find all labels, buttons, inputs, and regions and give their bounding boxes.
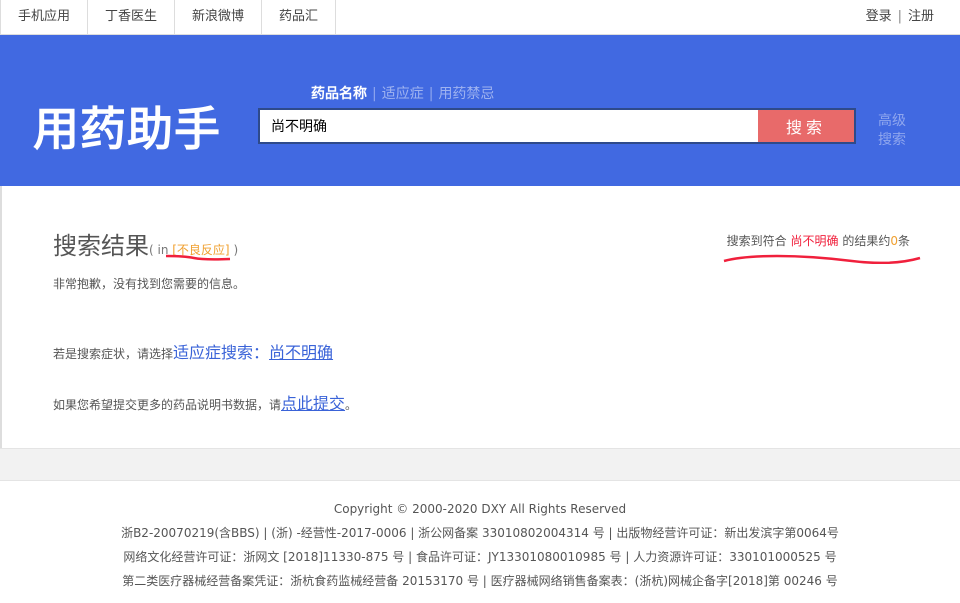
header-banner: 用药助手 药品名称|适应症|用药禁忌 搜索 高级搜索	[0, 35, 960, 186]
count-prefix: 搜索到符合	[726, 234, 791, 248]
logo[interactable]: 用药助手	[33, 93, 221, 159]
result-count: 搜索到符合 尚不明确 的结果约0条	[727, 232, 910, 249]
no-result-message: 非常抱歉，没有找到您需要的信息。	[53, 277, 246, 291]
top-bar: 手机应用 丁香医生 新浪微博 药品汇 登录 | 注册	[0, 0, 960, 35]
annotation-underline	[723, 254, 921, 264]
divider-band	[0, 448, 960, 481]
search-button[interactable]: 搜索	[758, 110, 854, 142]
login-link[interactable]: 登录	[866, 9, 892, 24]
tab-contraindication[interactable]: 用药禁忌	[438, 86, 494, 102]
count-suffix: 条	[897, 234, 910, 248]
license-line: 网络文化经营许可证：浙网文 [2018]11330-875 号 | 食品许可证：…	[123, 550, 837, 564]
register-link[interactable]: 注册	[908, 9, 934, 24]
license-line: 浙B2-20070219(含BBS) | (浙) -经营性-2017-0006 …	[121, 526, 839, 540]
count-number: 0	[890, 234, 898, 248]
copyright: Copyright © 2000-2020 DXY All Rights Res…	[333, 502, 627, 516]
separator: |	[372, 86, 377, 102]
nav-drug-hub[interactable]: 药品汇	[262, 0, 337, 34]
search-box: 搜索	[258, 108, 856, 144]
advanced-search-link[interactable]: 高级搜索	[878, 112, 908, 150]
search-type-tabs: 药品名称 | 适应症 | 用药禁忌	[311, 83, 494, 103]
nav-mobile-app[interactable]: 手机应用	[0, 0, 89, 34]
results-panel: 搜索结果( in [不良反应] ) 搜索到符合 尚不明确 的结果约0条 非常抱歉…	[0, 186, 960, 448]
submit-hint: 如果您希望提交更多的药品说明书数据，请点此提交。	[53, 390, 357, 414]
submit-suffix: 。	[345, 398, 358, 412]
tab-drug-name[interactable]: 药品名称	[311, 86, 367, 102]
title-text: 搜索结果	[53, 232, 149, 260]
license-line: 第二类医疗器械经营备案凭证：浙杭食药监械经营备 20153170 号 | 医疗器…	[122, 574, 838, 588]
account-links: 登录 | 注册	[866, 0, 934, 34]
symptom-prefix: 若是搜索症状，请选择	[53, 347, 174, 361]
nav-dxy-doctor[interactable]: 丁香医生	[88, 0, 176, 34]
separator: |	[428, 86, 434, 102]
search-input[interactable]	[260, 110, 758, 142]
indication-keyword-link[interactable]: 尚不明确	[269, 343, 333, 362]
footer: Copyright © 2000-2020 DXY All Rights Res…	[0, 497, 960, 593]
symptom-hint: 若是搜索症状，请选择适应症搜索：尚不明确	[53, 339, 333, 363]
count-keyword: 尚不明确	[790, 234, 839, 248]
submit-link[interactable]: 点此提交	[281, 394, 345, 413]
submit-prefix: 如果您希望提交更多的药品说明书数据，请	[53, 398, 282, 412]
annotation-underline	[165, 254, 231, 261]
indication-search-link[interactable]: 适应症搜索：	[173, 343, 269, 362]
tab-indication[interactable]: 适应症	[382, 86, 424, 102]
count-mid: 的结果约	[838, 234, 891, 248]
nav-sina-weibo[interactable]: 新浪微博	[175, 0, 263, 34]
separator: |	[897, 9, 902, 24]
